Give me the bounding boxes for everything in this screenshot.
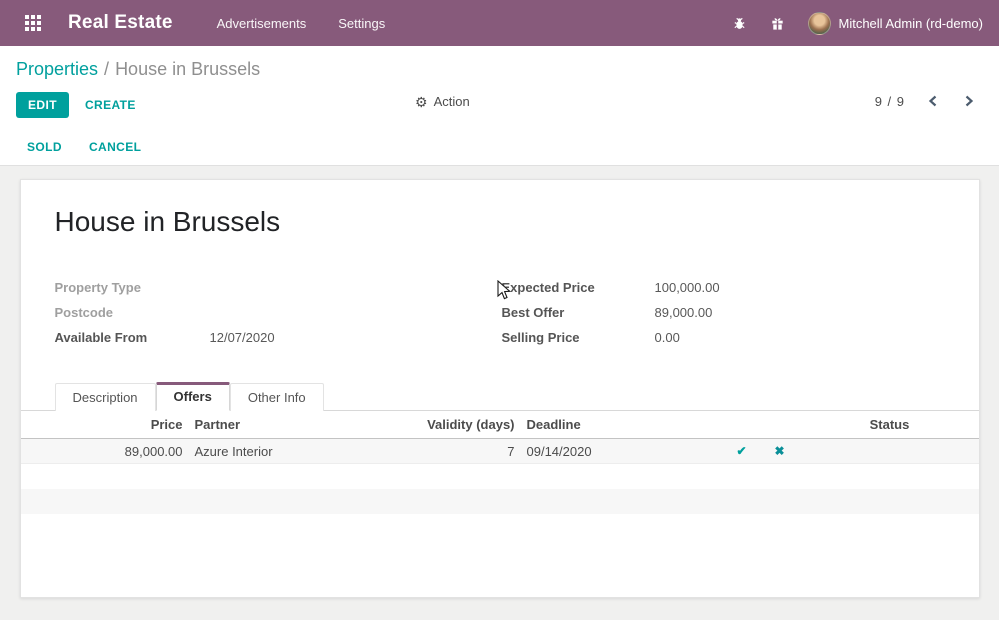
field-available-from: Available From 12/07/2020	[55, 328, 502, 347]
field-group-left: Property Type Postcode Available From 12…	[55, 278, 502, 353]
control-panel: Properties / House in Brussels EDIT CREATE…	[0, 46, 999, 128]
gear-icon: ⚙	[415, 95, 428, 109]
content-area: House in Brussels Property Type Postcode…	[0, 166, 999, 620]
empty-row	[21, 514, 979, 539]
breadcrumb-separator: /	[104, 59, 109, 79]
gift-icon[interactable]	[770, 15, 786, 31]
tab-description[interactable]: Description	[55, 383, 156, 411]
breadcrumb-current: House in Brussels	[115, 59, 260, 79]
accept-offer-check-icon[interactable]: ✔	[723, 444, 761, 458]
field-label-expected-price: Expected Price	[502, 278, 655, 297]
breadcrumb-properties-link[interactable]: Properties	[16, 59, 98, 79]
offer-validity: 7	[421, 444, 523, 459]
field-selling-price: Selling Price 0.00	[502, 328, 945, 347]
field-postcode: Postcode	[55, 303, 502, 322]
field-label-postcode: Postcode	[55, 303, 210, 322]
tab-other-info[interactable]: Other Info	[230, 383, 324, 411]
field-groups: Property Type Postcode Available From 12…	[55, 278, 945, 353]
field-group-right: Expected Price 100,000.00 Best Offer 89,…	[502, 278, 945, 353]
apps-menu-button[interactable]	[16, 6, 50, 40]
offer-deadline: 09/14/2020	[523, 444, 723, 459]
apps-grid-icon	[25, 15, 41, 31]
user-name-label: Mitchell Admin (rd-demo)	[839, 16, 984, 31]
app-title[interactable]: Real Estate	[68, 12, 173, 34]
pager-previous-button[interactable]	[925, 93, 941, 109]
field-expected-price: Expected Price 100,000.00	[502, 278, 945, 297]
col-header-status[interactable]: Status	[799, 417, 981, 432]
form-sheet: House in Brussels Property Type Postcode…	[20, 179, 980, 598]
offer-price: 89,000.00	[61, 444, 191, 459]
form-statusbar: SOLD CANCEL	[0, 128, 999, 166]
edit-button[interactable]: EDIT	[16, 92, 69, 118]
user-avatar	[808, 12, 831, 35]
offers-table: Price Partner Validity (days) Deadline S…	[21, 411, 979, 539]
pager-value: 9 / 9	[875, 94, 905, 109]
menu-settings[interactable]: Settings	[336, 10, 387, 37]
col-header-partner[interactable]: Partner	[191, 417, 421, 432]
field-label-available-from: Available From	[55, 328, 210, 347]
field-value-best-offer: 89,000.00	[655, 303, 713, 322]
pager-next-button[interactable]	[961, 93, 977, 109]
field-value-selling-price: 0.00	[655, 328, 680, 347]
field-property-type: Property Type	[55, 278, 502, 297]
field-value-available-from: 12/07/2020	[210, 328, 275, 347]
user-menu[interactable]: Mitchell Admin (rd-demo)	[808, 12, 984, 35]
offers-table-header: Price Partner Validity (days) Deadline S…	[21, 411, 979, 439]
menu-advertisements[interactable]: Advertisements	[215, 10, 309, 37]
pager: 9 / 9	[875, 93, 977, 109]
col-header-deadline[interactable]: Deadline	[523, 417, 723, 432]
breadcrumb: Properties / House in Brussels	[16, 59, 983, 80]
main-menu: Advertisements Settings	[215, 10, 388, 37]
col-header-price[interactable]: Price	[61, 417, 191, 432]
field-value-expected-price: 100,000.00	[655, 278, 720, 297]
sold-button[interactable]: SOLD	[27, 140, 62, 154]
cancel-button[interactable]: CANCEL	[89, 140, 141, 154]
empty-row	[21, 489, 979, 514]
notebook-tabs: Description Offers Other Info	[21, 381, 979, 411]
col-header-validity[interactable]: Validity (days)	[421, 417, 523, 432]
offer-row[interactable]: 89,000.00 Azure Interior 7 09/14/2020 ✔ …	[21, 439, 979, 464]
refuse-offer-x-icon[interactable]: ✖	[761, 444, 799, 458]
field-label-best-offer: Best Offer	[502, 303, 655, 322]
debug-bug-icon[interactable]	[732, 15, 748, 31]
field-label-property-type: Property Type	[55, 278, 210, 297]
field-best-offer: Best Offer 89,000.00	[502, 303, 945, 322]
offer-partner: Azure Interior	[191, 444, 421, 459]
tab-offers[interactable]: Offers	[156, 382, 230, 411]
top-navbar: Real Estate Advertisements Settings Mitc…	[0, 0, 999, 46]
action-menu-label: Action	[434, 94, 470, 109]
create-button[interactable]: CREATE	[85, 98, 136, 112]
record-title: House in Brussels	[55, 206, 979, 238]
empty-row	[21, 464, 979, 489]
action-menu-button[interactable]: ⚙ Action	[415, 94, 470, 109]
field-label-selling-price: Selling Price	[502, 328, 655, 347]
